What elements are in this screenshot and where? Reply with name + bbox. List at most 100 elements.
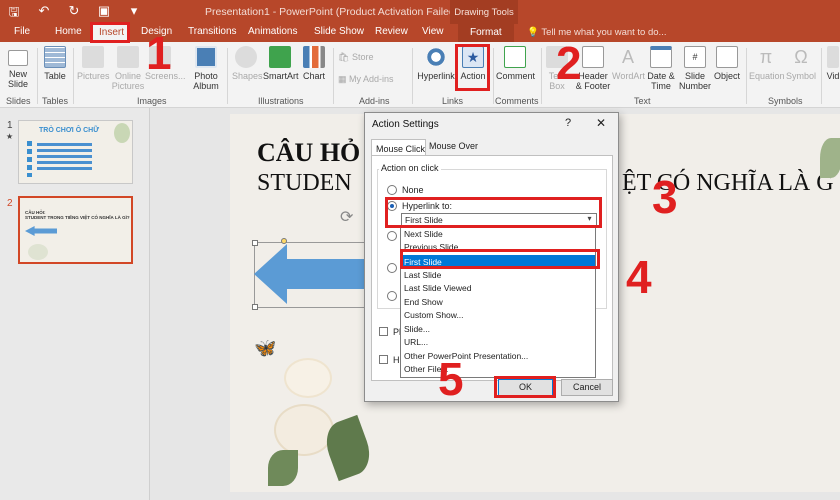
thumbnail-title: CÂU HỎI: STUDENT TRONG TIẾNG VIỆT CÓ NGH… (25, 210, 130, 220)
my-addins-button[interactable]: ▦ My Add-ins (338, 74, 394, 85)
object-button[interactable]: Object (712, 46, 742, 81)
tell-me-box[interactable]: 💡 Tell me what you want to do... (527, 27, 666, 38)
hyperlink-button[interactable]: Hyperlink (416, 46, 456, 81)
online-pictures-button[interactable]: Online Pictures (111, 46, 145, 91)
rotate-handle-icon[interactable]: ⟳ (340, 207, 353, 227)
save-icon[interactable]: 🖫 (6, 3, 22, 25)
pictures-button[interactable]: Pictures (77, 46, 110, 81)
wordart-button[interactable]: A WordArt (612, 46, 645, 81)
smartart-button[interactable]: SmartArt (263, 46, 299, 81)
option-last-slide-viewed[interactable]: Last Slide Viewed (404, 283, 471, 293)
shapes-button[interactable]: Shapes (232, 46, 263, 81)
tab-mouse-over[interactable]: Mouse Over (429, 141, 478, 151)
option-custom-show[interactable]: Custom Show... (404, 310, 464, 320)
play-sound-checkbox[interactable] (379, 327, 388, 336)
chart-button[interactable]: Chart (301, 46, 327, 81)
slide-thumbnail-2[interactable]: CÂU HỎI: STUDENT TRONG TIẾNG VIỆT CÓ NGH… (18, 196, 133, 264)
option-url[interactable]: URL... (404, 337, 428, 347)
slide-thumbnail-1[interactable]: TRÒ CHƠI Ô CHỮ (18, 120, 133, 184)
leaf-decoration (820, 138, 840, 178)
radio-none-label: None (402, 185, 424, 195)
flower-petal (286, 360, 330, 396)
animation-star-icon: ★ (6, 132, 14, 141)
resize-handle[interactable] (252, 240, 258, 246)
option-end-show[interactable]: End Show (404, 297, 443, 307)
table-icon (44, 46, 66, 68)
group-illustrations-label: Illustrations (258, 96, 304, 106)
help-button[interactable]: ? (565, 117, 571, 129)
option-next-slide[interactable]: Next Slide (404, 229, 443, 239)
step-number-5: 5 (438, 353, 464, 405)
tab-mouse-click[interactable]: Mouse Click (371, 139, 426, 156)
group-text-label: Text (634, 96, 651, 106)
tab-transitions[interactable]: Transitions (188, 26, 237, 37)
lightbulb-icon: 💡 (527, 27, 539, 38)
option-last-slide[interactable]: Last Slide (404, 270, 441, 280)
comment-button[interactable]: Comment (496, 46, 535, 81)
cancel-button[interactable]: Cancel (561, 379, 613, 396)
window-title: Presentation1 - PowerPoint (Product Acti… (205, 6, 459, 18)
new-slide-button[interactable]: New Slide (4, 46, 32, 89)
radio-run-program[interactable] (387, 231, 397, 241)
tab-slide-show[interactable]: Slide Show (314, 26, 364, 37)
tab-format[interactable]: Format (458, 24, 514, 42)
flower-decoration (28, 244, 48, 260)
video-button[interactable]: Vid (826, 46, 840, 81)
highlight-click-checkbox[interactable] (379, 355, 388, 364)
date-time-button[interactable]: Date & Time (646, 46, 676, 91)
tab-file[interactable]: File (14, 26, 30, 37)
symbol-button[interactable]: Ω Symbol (786, 46, 816, 81)
pi-icon: π (759, 47, 773, 67)
radio-object-action[interactable] (387, 291, 397, 301)
slide-number: 1 (7, 120, 13, 131)
group-addins-label: Add-ins (359, 96, 390, 106)
group-slides-label: Slides (6, 96, 31, 106)
tab-home[interactable]: Home (55, 26, 82, 37)
crossword-column (27, 141, 32, 177)
slide-number-button[interactable]: # Slide Number (679, 46, 711, 91)
tab-animations[interactable]: Animations (248, 26, 297, 37)
equation-button[interactable]: π Equation (749, 46, 785, 81)
undo-icon[interactable]: ↶ (36, 3, 52, 25)
new-slide-icon (8, 50, 28, 66)
header-footer-icon (582, 46, 604, 68)
highlight-first-slide-option (400, 249, 600, 269)
wordart-icon: A (621, 47, 634, 67)
radio-none[interactable] (387, 185, 397, 195)
slide-title-line2[interactable]: STUDEN (257, 170, 352, 197)
store-button[interactable]: 🛍 Store (338, 52, 373, 63)
slide-thumbnails-pane: 1 ★ TRÒ CHƠI Ô CHỮ 2 CÂU HỎI: STUDENT TR… (0, 108, 150, 500)
ribbon: New Slide Table Pictures Online Pictures… (0, 42, 840, 108)
group-symbols-label: Symbols (768, 96, 803, 106)
group-comments-label: Comments (495, 96, 539, 106)
table-button[interactable]: Table (42, 46, 68, 81)
option-slide[interactable]: Slide... (404, 324, 430, 334)
separator (73, 48, 74, 104)
resize-handle[interactable] (252, 304, 258, 310)
redo-icon[interactable]: ↻ (66, 3, 82, 25)
comment-icon (504, 46, 526, 68)
tab-view[interactable]: View (422, 26, 444, 37)
slide-title-line1[interactable]: CÂU HỎ (257, 138, 360, 168)
separator (227, 48, 228, 104)
separator (746, 48, 747, 104)
store-icon: 🛍 (338, 52, 350, 62)
adjust-handle[interactable] (281, 238, 287, 244)
option-other-presentation[interactable]: Other PowerPoint Presentation... (404, 351, 528, 361)
step-number-3: 3 (652, 171, 678, 223)
group-links-label: Links (442, 96, 464, 106)
step-number-4: 4 (626, 251, 652, 303)
highlight-insert-tab (90, 22, 130, 43)
slide-number-icon: # (684, 46, 706, 68)
dialog-title: Action Settings (372, 119, 439, 130)
arrow-shape (25, 226, 57, 236)
photo-album-button[interactable]: Photo Album (191, 46, 221, 91)
radio-run-macro[interactable] (387, 263, 397, 273)
highlight-ok-button (494, 376, 556, 398)
tab-review[interactable]: Review (375, 26, 408, 37)
separator (412, 48, 413, 104)
addins-icon: ▦ (338, 74, 347, 84)
close-icon[interactable]: ✕ (596, 116, 606, 130)
separator (37, 48, 38, 104)
photo-album-icon (195, 46, 217, 68)
